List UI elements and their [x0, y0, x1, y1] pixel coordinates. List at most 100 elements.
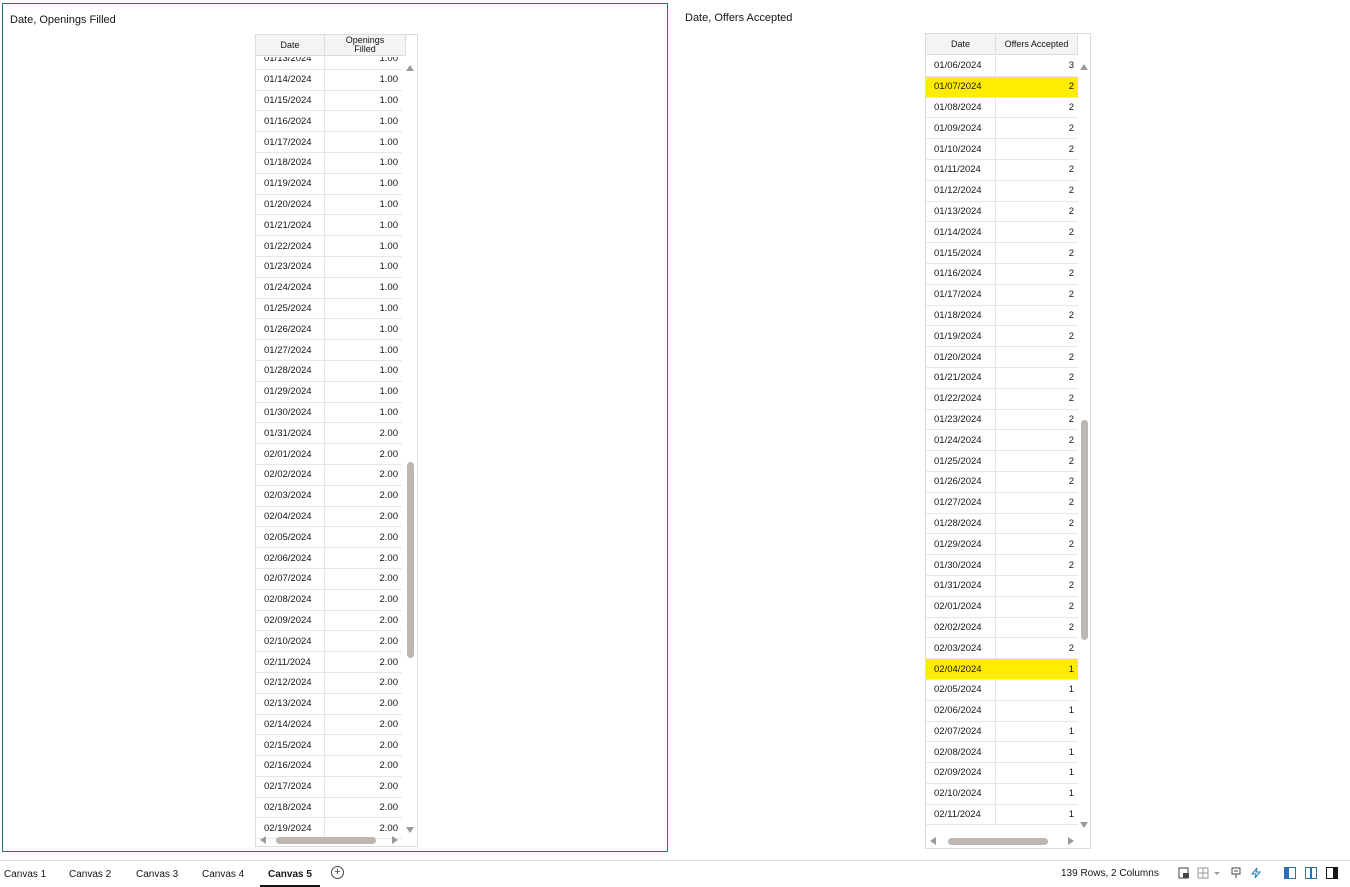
table-row[interactable]: 02/10/2024 1 [926, 783, 1078, 805]
table-row[interactable]: 01/16/2024 2 [926, 263, 1078, 285]
table-row[interactable]: 02/10/2024 2.00 [256, 631, 402, 653]
scroll-up-arrow-icon[interactable] [406, 65, 414, 71]
table-row[interactable]: 02/04/2024 1 [926, 659, 1078, 680]
left-panel-icon[interactable] [1284, 867, 1296, 879]
table-row[interactable]: 01/20/2024 2 [926, 347, 1078, 368]
scroll-thumb[interactable] [948, 838, 1048, 845]
scroll-right-arrow-icon[interactable] [392, 836, 398, 844]
tab-canvas-5[interactable]: Canvas 5 [260, 861, 320, 887]
table-row[interactable]: 02/12/2024 2.00 [256, 672, 402, 694]
table-row[interactable]: 01/11/2024 2 [926, 159, 1078, 181]
table-row[interactable]: 01/07/2024 2 [926, 76, 1078, 98]
table-row[interactable]: 02/01/2024 2 [926, 596, 1078, 618]
column-header-date[interactable]: Date [926, 34, 996, 54]
table-row[interactable]: 01/29/2024 2 [926, 534, 1078, 556]
table-row[interactable]: 01/14/2024 1.00 [256, 69, 402, 91]
table-row[interactable]: 01/19/2024 2 [926, 326, 1078, 348]
tab-canvas-4[interactable]: Canvas 4 [202, 861, 244, 887]
column-header-openings-filled[interactable]: Openings Filled [325, 35, 406, 55]
table-row[interactable]: 01/14/2024 2 [926, 222, 1078, 244]
table-row[interactable]: 02/15/2024 2.00 [256, 735, 402, 757]
table-row[interactable]: 01/23/2024 2 [926, 409, 1078, 431]
table-row[interactable]: 01/19/2024 1.00 [256, 173, 402, 195]
table-row[interactable]: 01/26/2024 1.00 [256, 319, 402, 341]
table-openings-filled[interactable]: Date Openings Filled 01/13/2024 1.00 01/14… [255, 34, 418, 847]
table-row[interactable]: 01/18/2024 1.00 [256, 152, 402, 174]
table-row[interactable]: 02/11/2024 2.00 [256, 652, 402, 673]
table-row[interactable]: 02/18/2024 2.00 [256, 797, 402, 819]
table-row[interactable]: 01/24/2024 1.00 [256, 277, 402, 299]
tab-canvas-2[interactable]: Canvas 2 [69, 861, 111, 887]
table-row[interactable]: 01/24/2024 2 [926, 430, 1078, 452]
table-row[interactable]: 01/27/2024 1.00 [256, 340, 402, 361]
column-header-date[interactable]: Date [256, 35, 325, 55]
table-row[interactable]: 01/18/2024 2 [926, 305, 1078, 327]
table-row[interactable]: 01/28/2024 2 [926, 513, 1078, 535]
lightning-icon[interactable] [1250, 867, 1262, 879]
table-row[interactable]: 02/06/2024 1 [926, 700, 1078, 722]
table-row[interactable]: 02/05/2024 2.00 [256, 527, 402, 549]
table-offers-accepted[interactable]: Date Offers Accepted 01/06/2024 3 01/07/20… [925, 33, 1091, 849]
scroll-down-arrow-icon[interactable] [406, 827, 414, 833]
table-row[interactable]: 01/29/2024 1.00 [256, 381, 402, 403]
table-row[interactable]: 01/22/2024 2 [926, 388, 1078, 410]
vertical-scrollbar[interactable] [1078, 58, 1090, 828]
data-view-icon[interactable] [1178, 867, 1190, 879]
table-row[interactable]: 01/08/2024 2 [926, 97, 1078, 119]
table-row[interactable]: 02/05/2024 1 [926, 679, 1078, 701]
table-row[interactable]: 01/09/2024 2 [926, 118, 1078, 140]
table-row[interactable]: 02/14/2024 2.00 [256, 714, 402, 736]
scroll-up-arrow-icon[interactable] [1080, 64, 1088, 70]
table-row[interactable]: 01/06/2024 3 [926, 56, 1078, 77]
tab-canvas-3[interactable]: Canvas 3 [136, 861, 178, 887]
right-panel-icon[interactable] [1326, 867, 1338, 879]
scroll-right-arrow-icon[interactable] [1068, 837, 1074, 845]
table-row[interactable]: 01/31/2024 2.00 [256, 423, 402, 445]
table-row[interactable]: 01/23/2024 1.00 [256, 256, 402, 278]
table-row[interactable]: 02/09/2024 1 [926, 763, 1078, 784]
table-row[interactable]: 02/06/2024 2.00 [256, 548, 402, 569]
column-header-offers-accepted[interactable]: Offers Accepted [996, 34, 1078, 54]
table-row[interactable]: 01/17/2024 1.00 [256, 132, 402, 153]
dropdown-icon[interactable] [1213, 867, 1221, 879]
table-row[interactable]: 01/25/2024 2 [926, 451, 1078, 472]
table-row[interactable]: 02/02/2024 2 [926, 617, 1078, 639]
scroll-thumb[interactable] [1081, 420, 1088, 640]
table-row[interactable]: 01/22/2024 1.00 [256, 236, 402, 257]
vertical-scrollbar[interactable] [404, 59, 416, 833]
horizontal-scrollbar[interactable] [256, 834, 402, 846]
table-row[interactable]: 02/01/2024 2.00 [256, 444, 402, 465]
table-row[interactable]: 01/31/2024 2 [926, 575, 1078, 597]
table-row[interactable]: 02/16/2024 2.00 [256, 756, 402, 777]
add-canvas-icon[interactable]: + [331, 866, 344, 879]
table-row[interactable]: 01/12/2024 2 [926, 180, 1078, 202]
scroll-left-arrow-icon[interactable] [930, 837, 936, 845]
scroll-down-arrow-icon[interactable] [1080, 822, 1088, 828]
table-row[interactable]: 01/20/2024 1.00 [256, 194, 402, 216]
table-row[interactable]: 01/28/2024 1.00 [256, 360, 402, 382]
table-row[interactable]: 02/03/2024 2 [926, 638, 1078, 660]
tab-canvas-1[interactable]: Canvas 1 [4, 861, 46, 887]
table-row[interactable]: 01/25/2024 1.00 [256, 298, 402, 320]
table-row[interactable]: 01/13/2024 2 [926, 201, 1078, 223]
table-row[interactable]: 01/21/2024 2 [926, 367, 1078, 389]
table-row[interactable]: 02/02/2024 2.00 [256, 464, 402, 486]
table-row[interactable]: 01/30/2024 1.00 [256, 402, 402, 424]
table-row[interactable]: 01/27/2024 2 [926, 492, 1078, 514]
table-row[interactable]: 01/15/2024 1.00 [256, 90, 402, 112]
scroll-thumb[interactable] [407, 462, 414, 658]
horizontal-scrollbar[interactable] [926, 835, 1078, 847]
table-row[interactable]: 01/13/2024 1.00 [256, 57, 402, 70]
table-row[interactable]: 01/15/2024 2 [926, 243, 1078, 264]
table-row[interactable]: 01/30/2024 2 [926, 555, 1078, 576]
table-row[interactable]: 02/08/2024 1 [926, 742, 1078, 764]
table-row[interactable]: 02/08/2024 2.00 [256, 589, 402, 611]
pin-icon[interactable] [1230, 867, 1242, 879]
table-row[interactable]: 02/07/2024 1 [926, 721, 1078, 743]
table-row[interactable]: 01/10/2024 2 [926, 139, 1078, 160]
table-row[interactable]: 01/16/2024 1.00 [256, 111, 402, 133]
viz-openings-filled[interactable]: Date, Openings Filled Date Openings Fill… [2, 3, 668, 852]
table-row[interactable]: 01/17/2024 2 [926, 284, 1078, 306]
table-row[interactable]: 02/04/2024 2.00 [256, 506, 402, 528]
table-row[interactable]: 02/13/2024 2.00 [256, 693, 402, 715]
